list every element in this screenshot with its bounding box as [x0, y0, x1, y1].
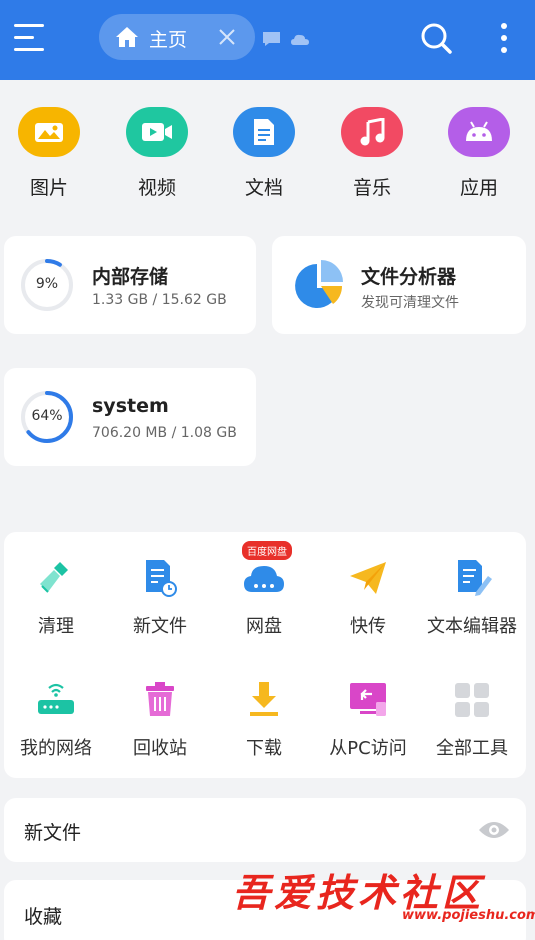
tool-new-files[interactable]: 新文件	[108, 556, 212, 638]
tab-home-label: 主页	[149, 29, 188, 51]
category-music[interactable]: 音乐	[329, 107, 415, 200]
tool-my-network[interactable]: 我的网络	[4, 678, 108, 760]
category-images[interactable]: 图片	[6, 107, 92, 200]
menu-icon-line	[14, 48, 44, 51]
menu-icon-line	[14, 36, 34, 39]
android-icon	[448, 107, 510, 157]
new-files-section[interactable]: 新文件	[4, 798, 526, 862]
tool-label: 下载	[246, 738, 282, 759]
new-file-icon	[138, 556, 182, 600]
baidu-drive-badge: 百度网盘	[242, 541, 292, 560]
category-label: 应用	[459, 177, 498, 199]
image-icon	[18, 107, 80, 157]
broom-icon	[34, 556, 78, 600]
analyzer-subtitle: 发现可清理文件	[361, 295, 459, 311]
tool-clean[interactable]: 清理	[4, 556, 108, 638]
pc-access-icon	[346, 678, 390, 722]
storage-percent: 9%	[35, 276, 59, 292]
tool-label: 文本编辑器	[427, 616, 517, 637]
cloud-drive-icon	[242, 556, 286, 600]
text-editor-icon	[450, 556, 494, 600]
storage-usage: 1.33 GB / 15.62 GB	[92, 292, 227, 308]
download-icon	[242, 678, 286, 722]
category-label: 文档	[244, 177, 283, 199]
storage-percent: 64%	[31, 408, 63, 424]
storage-title: system	[92, 395, 169, 417]
file-analyzer-card[interactable]: 文件分析器 发现可清理文件	[272, 236, 526, 334]
more-dot	[501, 47, 507, 53]
category-videos[interactable]: 视频	[114, 107, 200, 200]
category-apps[interactable]: 应用	[436, 107, 522, 200]
home-icon	[116, 27, 138, 47]
watermark-url: www.pojieshu.com	[402, 908, 535, 923]
watermark: 吾爱技术社区 www.pojieshu.com	[232, 862, 535, 934]
tool-label: 新文件	[133, 616, 187, 637]
top-app-bar: 主页	[0, 0, 535, 80]
tool-quick-send[interactable]: 快传	[316, 556, 420, 638]
section-title: 收藏	[24, 906, 63, 928]
router-icon	[34, 678, 78, 722]
section-title: 新文件	[24, 822, 82, 844]
tool-cloud-drive[interactable]: 网盘	[212, 556, 316, 638]
tool-all-tools[interactable]: 全部工具	[420, 678, 524, 760]
music-icon	[341, 107, 403, 157]
tool-label: 我的网络	[20, 738, 92, 759]
category-label: 视频	[137, 177, 176, 199]
video-icon	[126, 107, 188, 157]
category-label: 音乐	[352, 177, 391, 199]
eye-icon[interactable]	[478, 820, 510, 840]
tool-label: 从PC访问	[329, 738, 407, 759]
more-dot	[501, 35, 507, 41]
category-label: 图片	[29, 177, 68, 199]
menu-icon	[14, 24, 44, 27]
tool-label: 清理	[38, 616, 74, 637]
category-documents[interactable]: 文档	[221, 107, 307, 200]
tool-label: 网盘	[246, 616, 282, 637]
menu-button[interactable]	[14, 24, 48, 52]
analyzer-title: 文件分析器	[361, 266, 457, 288]
internal-storage-card[interactable]: 9% 内部存储 1.33 GB / 15.62 GB	[4, 236, 256, 334]
tool-download[interactable]: 下载	[212, 678, 316, 760]
close-icon[interactable]	[217, 27, 237, 47]
chat-cloud-icons	[263, 32, 309, 46]
grid-icon	[450, 678, 494, 722]
storage-usage: 706.20 MB / 1.08 GB	[92, 425, 237, 441]
more-options-button[interactable]	[496, 20, 512, 56]
storage-title: 内部存储	[92, 266, 169, 288]
search-icon[interactable]	[418, 20, 454, 56]
tab-home[interactable]: 主页	[99, 14, 255, 60]
tool-recycle-bin[interactable]: 回收站	[108, 678, 212, 760]
tool-text-editor[interactable]: 文本编辑器	[420, 556, 524, 638]
tool-label: 快传	[350, 616, 386, 637]
paper-plane-icon	[346, 556, 390, 600]
tool-pc-access[interactable]: 从PC访问	[316, 678, 420, 760]
more-dots-icon	[501, 23, 507, 29]
tool-label: 全部工具	[436, 738, 508, 759]
trash-icon	[138, 678, 182, 722]
pie-chart-icon	[295, 260, 343, 308]
document-icon	[233, 107, 295, 157]
system-storage-card[interactable]: 64% system 706.20 MB / 1.08 GB	[4, 368, 256, 466]
tool-label: 回收站	[133, 738, 187, 759]
